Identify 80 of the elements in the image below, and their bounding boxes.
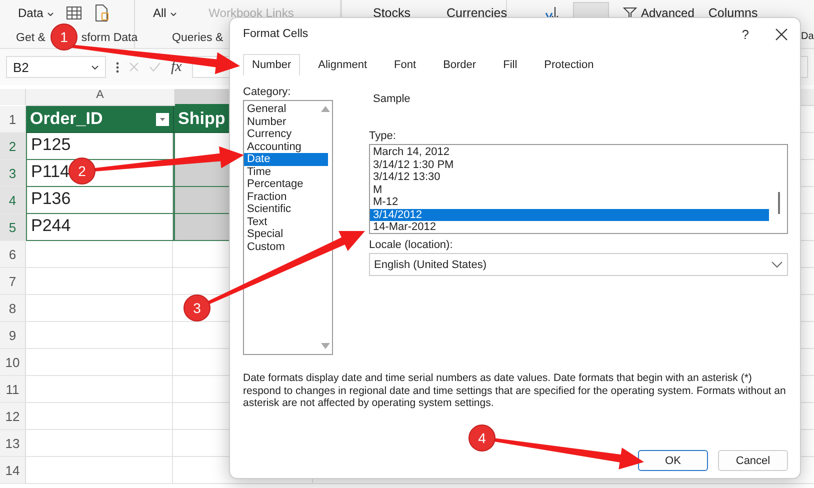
description-text: Date formats display date and time serial numbers as date values. Date formats that begin with an asterisk (*) respond to changes in regional date and time settings that are specified for the operating system. Formats without an asterisk are not affected by operating system settings. [243,372,787,410]
row-header[interactable]: 13 [0,430,26,457]
category-label: Category: [243,86,292,98]
category-item[interactable]: Date [244,153,328,166]
type-item[interactable]: M [370,184,384,196]
category-item[interactable]: Accounting [244,140,304,153]
chevron-down-icon [46,12,54,17]
type-item[interactable]: M-12 [370,196,400,208]
type-item[interactable]: 3/14/12 13:30 [370,171,442,184]
row-header[interactable]: 10 [0,349,26,376]
category-item[interactable]: Number [244,116,288,128]
type-label: Type: [369,130,397,142]
row-header[interactable]: 12 [0,403,26,430]
group-label: Queries & [172,32,224,44]
step-badge: 1 [50,24,78,50]
step-badge: 2 [68,158,96,184]
row-header[interactable]: 4 [0,187,26,214]
row-header[interactable]: 1 [0,106,26,133]
more-options-icon[interactable] [116,62,119,72]
step-badge: 4 [468,424,496,452]
chevron-down-icon [170,12,177,17]
category-item[interactable]: Special [244,228,286,240]
chevron-down-icon [771,260,783,268]
column-header[interactable]: A [26,89,175,106]
row-header[interactable]: 6 [0,241,26,268]
filter-icon [623,7,637,19]
cancel-button[interactable]: Cancel [718,450,788,471]
row-header[interactable]: 14 [0,457,26,484]
row-header[interactable]: 5 [0,214,26,241]
scrollbar-thumb[interactable] [778,192,780,214]
type-item[interactable]: March 14, 2012 [370,146,452,158]
dialog-title: Format Cells [243,28,308,40]
dialog-tab[interactable]: Border [434,54,486,76]
document-icon[interactable] [94,4,110,22]
locale-label: Locale (location): [369,239,454,251]
step-badge: 3 [184,294,210,322]
dialog-tab[interactable]: Fill [494,54,526,76]
row-header[interactable]: 8 [0,295,26,322]
group-label: sform Data [81,32,138,44]
get-data-button[interactable]: Data [18,6,54,20]
cancel-icon[interactable] [129,62,139,72]
category-item[interactable]: Fraction [244,190,289,203]
category-item[interactable]: Custom [244,240,287,253]
row-header[interactable]: 9 [0,322,26,349]
locale-dropdown[interactable]: English (United States) [369,253,788,276]
category-item[interactable]: Scientific [244,203,294,216]
confirm-icon[interactable] [149,62,161,72]
filter-dropdown-icon[interactable] [156,112,169,126]
scroll-down-icon[interactable] [320,343,330,349]
text-to-columns-button[interactable]: Columns [708,6,758,20]
dialog-tab[interactable]: Alignment [309,54,376,76]
dialog-tab[interactable]: Protection [535,54,603,76]
currencies-button[interactable]: Currencies [446,6,507,20]
dialog-tab[interactable]: Font [385,54,426,76]
category-item[interactable]: Text [244,216,270,228]
row-header[interactable]: 11 [0,376,26,403]
header-text: Order_ID [30,109,103,129]
ribbon-label: Da [801,31,814,42]
sample-label: Sample [372,93,412,105]
type-item[interactable]: 3/14/12 1:30 PM [370,158,456,171]
ok-button[interactable]: OK [638,450,708,471]
category-item[interactable]: Time [244,166,274,178]
select-all-corner[interactable] [0,89,26,105]
advanced-filter-button[interactable]: Advanced [623,6,694,20]
help-button[interactable]: ? [742,26,749,42]
row-header[interactable]: 7 [0,268,26,295]
row-header[interactable]: 3 [0,160,26,187]
name-box[interactable]: B2 [6,56,106,78]
sort-icon[interactable] [543,6,559,20]
type-item[interactable]: 14-Mar-2012 [370,221,438,234]
category-item[interactable]: General [244,103,288,116]
category-item[interactable]: Percentage [244,178,306,190]
refresh-all-button[interactable]: All [153,6,177,20]
type-item[interactable]: 3/14/2012 [370,208,769,221]
row-header[interactable]: 2 [0,133,26,160]
table-icon[interactable] [66,5,82,21]
dialog-tab[interactable]: Number [243,54,300,76]
group-label: Get & [16,32,46,44]
stocks-button[interactable]: Stocks [373,6,411,20]
close-icon[interactable] [775,28,788,40]
